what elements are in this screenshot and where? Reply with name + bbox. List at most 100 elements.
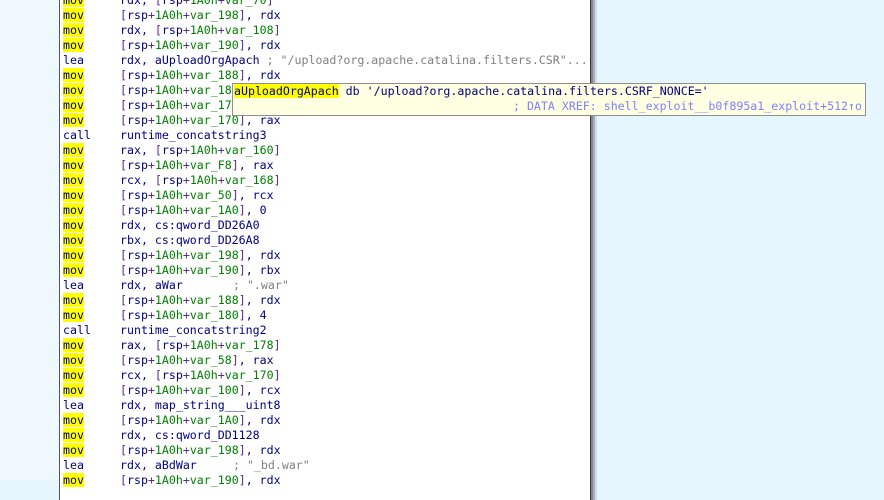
instruction-line[interactable]: mov rax, [rsp+1A0h+var_160] (63, 143, 281, 158)
instruction-line[interactable]: call runtime_concatstring2 (63, 323, 267, 338)
instruction-operands[interactable]: runtime_concatstring2 (120, 323, 267, 337)
instruction-mnemonic[interactable]: mov (63, 113, 120, 128)
instruction-mnemonic[interactable]: mov (63, 203, 120, 218)
instruction-mnemonic[interactable]: mov (63, 428, 120, 443)
instruction-operands[interactable]: [rsp+1A0h+var_198], rdx (120, 248, 281, 262)
instruction-line[interactable]: mov [rsp+1A0h+var_190], rdx (63, 38, 281, 53)
instruction-operands[interactable]: [rsp+1A0h+var_18 (120, 83, 232, 97)
instruction-mnemonic[interactable]: mov (63, 143, 120, 158)
instruction-line[interactable]: mov rax, [rsp+1A0h+var_178] (63, 338, 281, 353)
instruction-line[interactable]: lea rdx, aBdWar ; "_bd.war" (63, 458, 310, 473)
instruction-mnemonic[interactable]: mov (63, 383, 120, 398)
instruction-operands[interactable]: [rsp+1A0h+var_198], rdx (120, 443, 281, 457)
instruction-operands[interactable]: runtime_concatstring3 (120, 128, 267, 142)
instruction-mnemonic[interactable]: mov (63, 308, 120, 323)
instruction-line[interactable]: mov rcx, [rsp+1A0h+var_168] (63, 173, 281, 188)
instruction-mnemonic[interactable]: mov (63, 188, 120, 203)
instruction-operands[interactable]: [rsp+1A0h+var_190], rdx (120, 473, 281, 487)
instruction-line[interactable]: mov [rsp+1A0h+var_190], rdx (63, 473, 281, 488)
instruction-mnemonic[interactable]: mov (63, 443, 120, 458)
instruction-line[interactable]: call runtime_concatstring3 (63, 128, 267, 143)
instruction-line[interactable]: lea rdx, map_string___uint8 (63, 398, 281, 413)
instruction-line[interactable]: mov rcx, [rsp+1A0h+var_170] (63, 368, 281, 383)
instruction-mnemonic[interactable]: lea (63, 458, 120, 473)
instruction-mnemonic[interactable]: mov (63, 68, 120, 83)
instruction-operands[interactable]: rbx, cs:qword_DD26A8 (120, 233, 260, 247)
tooltip-symbol: aUploadOrgApach (234, 84, 339, 98)
instruction-operands[interactable]: rdx, aUploadOrgApach (120, 53, 260, 68)
instruction-mnemonic[interactable]: mov (63, 293, 120, 308)
instruction-mnemonic[interactable]: mov (63, 368, 120, 383)
instruction-line[interactable]: mov [rsp+1A0h+var_188], rdx (63, 293, 281, 308)
instruction-line[interactable]: lea rdx, aWar ; ".war" (63, 278, 289, 293)
instruction-operands[interactable]: rdx, aWar (120, 278, 226, 293)
instruction-line[interactable]: mov [rsp+1A0h+var_198], rdx (63, 248, 281, 263)
instruction-operands[interactable]: [rsp+1A0h+var_188], rdx (120, 293, 281, 307)
instruction-mnemonic[interactable]: mov (63, 23, 120, 38)
instruction-mnemonic[interactable]: mov (63, 8, 120, 23)
instruction-line[interactable]: mov [rsp+1A0h+var_17 (63, 98, 232, 113)
instruction-operands[interactable]: [rsp+1A0h+var_180], 4 (120, 308, 267, 322)
instruction-mnemonic[interactable]: mov (63, 338, 120, 353)
instruction-mnemonic[interactable]: lea (63, 278, 120, 293)
instruction-line[interactable]: mov [rsp+1A0h+var_F8], rax (63, 158, 274, 173)
instruction-operands[interactable]: [rsp+1A0h+var_F8], rax (120, 158, 274, 172)
instruction-line[interactable]: mov [rsp+1A0h+var_188], rdx (63, 68, 281, 83)
instruction-operands[interactable]: [rsp+1A0h+var_100], rcx (120, 383, 281, 397)
instruction-mnemonic[interactable]: mov (63, 218, 120, 233)
instruction-mnemonic[interactable]: mov (63, 98, 120, 113)
instruction-operands[interactable]: rcx, [rsp+1A0h+var_168] (120, 173, 281, 187)
instruction-line[interactable]: mov [rsp+1A0h+var_58], rax (63, 353, 274, 368)
instruction-mnemonic[interactable]: lea (63, 53, 120, 68)
instruction-operands[interactable]: [rsp+1A0h+var_1A0], 0 (120, 203, 267, 217)
instruction-operands[interactable]: [rsp+1A0h+var_188], rdx (120, 68, 281, 82)
instruction-mnemonic[interactable]: mov (63, 248, 120, 263)
instruction-comment: ; "/upload?org.apache.catalina.filters.C… (259, 53, 588, 67)
instruction-line[interactable]: mov rdx, cs:qword_DD1128 (63, 428, 260, 443)
instruction-operands[interactable]: [rsp+1A0h+var_190], rbx (120, 263, 281, 277)
instruction-line[interactable]: mov [rsp+1A0h+var_1A0], 0 (63, 203, 267, 218)
instruction-operands[interactable]: [rsp+1A0h+var_190], rdx (120, 38, 281, 52)
instruction-mnemonic[interactable]: mov (63, 413, 120, 428)
instruction-mnemonic[interactable]: mov (63, 83, 120, 98)
instruction-operands[interactable]: rdx, map_string___uint8 (120, 398, 281, 412)
instruction-mnemonic[interactable]: mov (63, 473, 120, 488)
instruction-mnemonic[interactable]: lea (63, 398, 120, 413)
instruction-mnemonic[interactable]: mov (63, 263, 120, 278)
instruction-line[interactable]: mov [rsp+1A0h+var_18 (63, 83, 232, 98)
instruction-mnemonic[interactable]: mov (63, 353, 120, 368)
instruction-line[interactable]: mov rbx, cs:qword_DD26A8 (63, 233, 260, 248)
instruction-line[interactable]: mov [rsp+1A0h+var_198], rdx (63, 8, 281, 23)
instruction-line[interactable]: mov [rsp+1A0h+var_1A0], rdx (63, 413, 281, 428)
instruction-operands[interactable]: rdx, cs:qword_DD26A0 (120, 218, 260, 232)
instruction-operands[interactable]: rcx, [rsp+1A0h+var_170] (120, 368, 281, 382)
instruction-operands[interactable]: [rsp+1A0h+var_198], rdx (120, 8, 281, 22)
instruction-operands[interactable]: [rsp+1A0h+var_50], rcx (120, 188, 274, 202)
instruction-operands[interactable]: rdx, cs:qword_DD1128 (120, 428, 260, 442)
instruction-operands[interactable]: [rsp+1A0h+var_1A0], rdx (120, 413, 281, 427)
instruction-operands[interactable]: rdx, [rsp+1A0h+var_108] (120, 23, 281, 37)
instruction-operands[interactable]: rdx, [rsp+1A0h+var_70] (120, 0, 274, 7)
instruction-operands[interactable]: [rsp+1A0h+var_17 (120, 98, 232, 112)
instruction-line[interactable]: mov rdx, [rsp+1A0h+var_108] (63, 23, 281, 38)
instruction-operands[interactable]: rax, [rsp+1A0h+var_178] (120, 338, 281, 352)
instruction-line[interactable]: mov [rsp+1A0h+var_198], rdx (63, 443, 281, 458)
instruction-mnemonic[interactable]: mov (63, 38, 120, 53)
instruction-line[interactable]: lea rdx, aUploadOrgApach ; "/upload?org.a… (63, 53, 588, 68)
instruction-mnemonic[interactable]: call (63, 323, 120, 338)
instruction-line[interactable]: mov rdx, cs:qword_DD26A0 (63, 218, 260, 233)
instruction-operands[interactable]: [rsp+1A0h+var_58], rax (120, 353, 274, 367)
instruction-line[interactable]: mov [rsp+1A0h+var_100], rcx (63, 383, 281, 398)
instruction-mnemonic[interactable]: mov (63, 173, 120, 188)
instruction-line[interactable]: mov [rsp+1A0h+var_180], 4 (63, 308, 267, 323)
instruction-comment: ; "_bd.war" (226, 458, 310, 472)
instruction-mnemonic[interactable]: mov (63, 0, 120, 8)
instruction-operands[interactable]: rdx, aBdWar (120, 458, 226, 473)
instruction-line[interactable]: mov [rsp+1A0h+var_190], rbx (63, 263, 281, 278)
instruction-line[interactable]: mov rdx, [rsp+1A0h+var_70] (63, 0, 274, 8)
instruction-mnemonic[interactable]: mov (63, 158, 120, 173)
instruction-mnemonic[interactable]: call (63, 128, 120, 143)
instruction-line[interactable]: mov [rsp+1A0h+var_50], rcx (63, 188, 274, 203)
instruction-operands[interactable]: rax, [rsp+1A0h+var_160] (120, 143, 281, 157)
instruction-mnemonic[interactable]: mov (63, 233, 120, 248)
